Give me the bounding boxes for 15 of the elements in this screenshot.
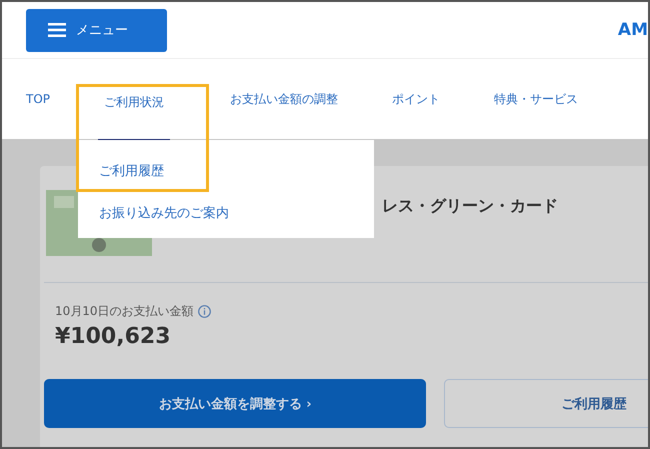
menu-button[interactable]: メニュー bbox=[26, 8, 167, 52]
history-button[interactable]: ご利用履歴 bbox=[444, 379, 648, 428]
payment-label: 10月10日のお支払い金額 bbox=[55, 303, 194, 320]
card-name: レス・グリーン・カード bbox=[382, 196, 558, 217]
payment-amount: ¥100,623 bbox=[55, 324, 172, 349]
nav-tab[interactable]: 特典・サービス bbox=[494, 86, 578, 112]
nav-tab[interactable]: お支払い金額の調整 bbox=[230, 86, 338, 112]
nav-tab[interactable]: ポイント bbox=[392, 86, 440, 112]
menu-icon bbox=[48, 23, 66, 37]
logo-text: AM bbox=[618, 20, 648, 40]
info-icon bbox=[198, 305, 211, 318]
nav-tab[interactable]: TOP bbox=[26, 88, 50, 110]
dropdown-item[interactable]: ご利用履歴 bbox=[99, 162, 164, 180]
adjust-payment-button[interactable]: お支払い金額を調整する › bbox=[44, 379, 426, 428]
dropdown-item[interactable]: お振り込み先のご案内 bbox=[99, 204, 229, 222]
